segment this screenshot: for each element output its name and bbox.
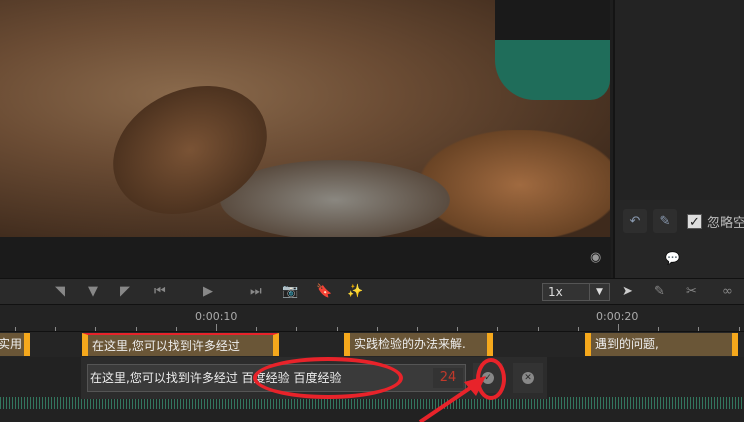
- subtitle-clip[interactable]: 实践检验的办法来解.: [344, 333, 493, 356]
- pointer-tool-icon[interactable]: ➤: [622, 284, 633, 300]
- marker-down-icon[interactable]: ▼: [88, 284, 98, 300]
- mark-in-icon[interactable]: ◥: [55, 284, 65, 300]
- bookmark-icon[interactable]: 🔖: [316, 284, 332, 300]
- camera-icon[interactable]: 📷: [282, 284, 298, 300]
- ruler-tick: [618, 324, 619, 331]
- timeline-ruler[interactable]: 0:00:10 0:00:20: [0, 305, 744, 331]
- eye-icon[interactable]: ◉: [590, 250, 601, 265]
- next-frame-icon[interactable]: ⏭: [250, 284, 262, 300]
- time-label: 0:00:20: [596, 310, 639, 323]
- speed-value: 1x: [548, 285, 563, 299]
- undo-button[interactable]: ↶: [623, 209, 647, 233]
- right-panel: ↶ ✎ ✓ 忽略空 💬: [613, 0, 744, 278]
- prev-frame-icon[interactable]: ⏮: [154, 284, 166, 300]
- mark-out-icon[interactable]: ◤: [120, 284, 130, 300]
- play-icon[interactable]: ▶: [203, 284, 213, 300]
- subtitle-clip[interactable]: 遇到的问题,: [585, 333, 738, 356]
- cancel-button[interactable]: ✕: [513, 363, 543, 393]
- ruler-tick: [216, 324, 217, 331]
- link-icon[interactable]: ∞: [722, 284, 733, 300]
- edit-tool-icon[interactable]: ✎: [654, 284, 665, 300]
- annotation-circle: [253, 357, 403, 399]
- time-label: 0:00:10: [195, 310, 238, 323]
- pencil-icon: ✎: [659, 213, 671, 229]
- subtitle-track: 实用 在这里,您可以找到许多经过 实践检验的办法来解. 遇到的问题,: [0, 331, 744, 357]
- subtitle-clip-selected[interactable]: 在这里,您可以找到许多经过: [82, 333, 279, 356]
- preview-footer: ◉: [0, 237, 611, 278]
- scissors-icon[interactable]: ✂: [686, 284, 697, 300]
- close-icon: ✕: [522, 372, 534, 384]
- comment-icon[interactable]: 💬: [665, 251, 680, 265]
- checkbox-checked-icon: ✓: [687, 214, 702, 230]
- video-preview: [0, 0, 610, 237]
- magic-wand-icon[interactable]: ✨: [347, 284, 363, 300]
- ignore-label: 忽略空: [707, 216, 744, 231]
- chevron-down-icon: ▼: [589, 284, 609, 300]
- playback-toolbar: ◥ ▼ ◤ ⏮ ▶ ⏭ 📷 🔖 ✨ 1x ▼ ➤ ✎ ✂ ∞: [0, 278, 744, 305]
- ignore-checkbox[interactable]: ✓ 忽略空: [687, 212, 744, 231]
- subtitle-clip[interactable]: 实用: [0, 333, 30, 356]
- annotation-arrow: [418, 376, 486, 422]
- undo-icon: ↶: [629, 213, 641, 229]
- speed-select[interactable]: 1x ▼: [542, 283, 610, 301]
- edit-button[interactable]: ✎: [653, 209, 677, 233]
